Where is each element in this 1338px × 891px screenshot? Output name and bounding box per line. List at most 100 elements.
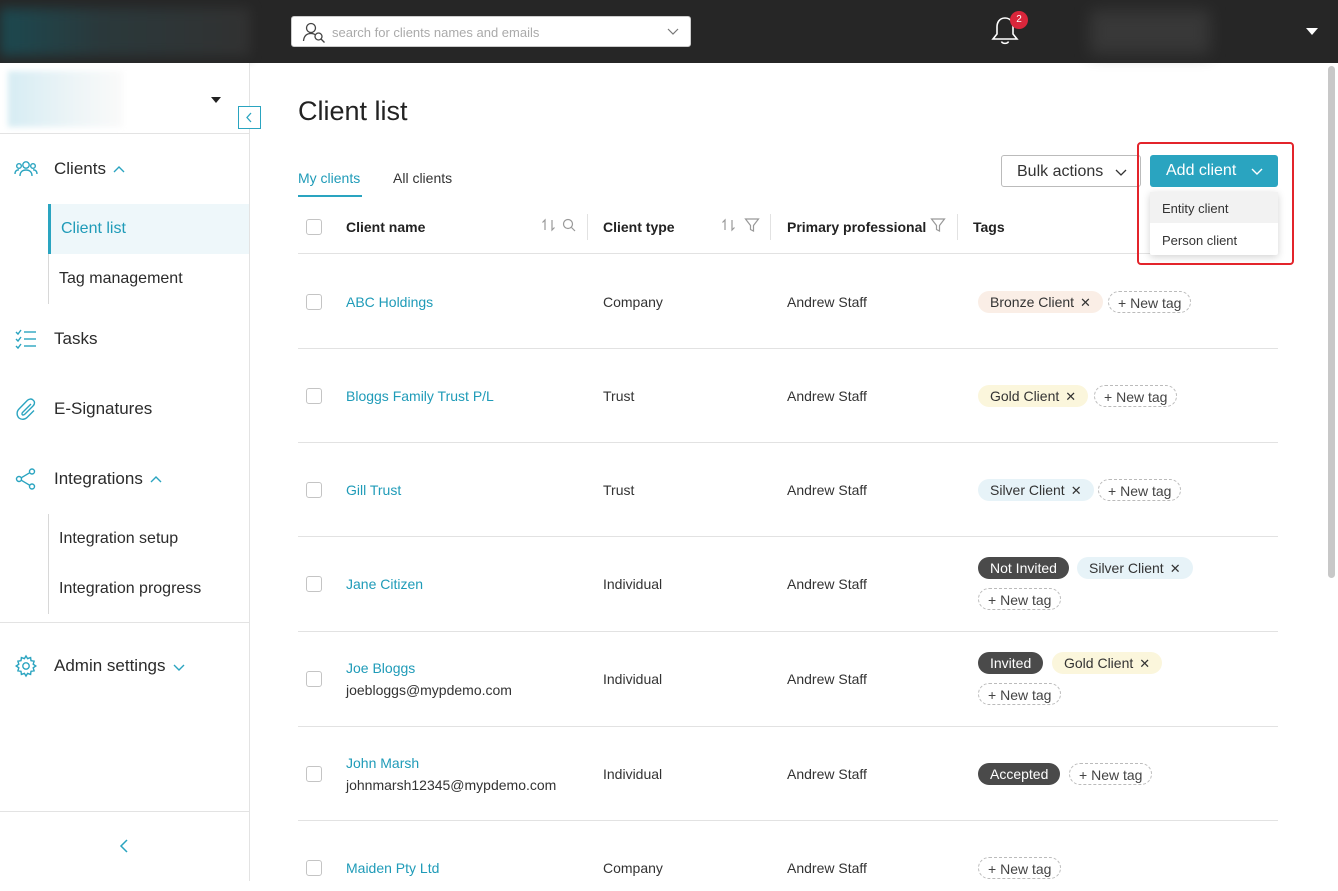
- primary-professional: Andrew Staff: [787, 576, 867, 592]
- collapse-sidebar-button[interactable]: [238, 106, 261, 129]
- select-all-checkbox[interactable]: [306, 219, 322, 235]
- column-header-client-type[interactable]: Client type: [603, 219, 675, 235]
- row-checkbox[interactable]: [306, 388, 322, 404]
- close-icon[interactable]: ✕: [1170, 561, 1181, 576]
- new-tag-button[interactable]: + New tag: [1098, 479, 1182, 501]
- filter-icon[interactable]: [930, 217, 946, 233]
- sidebar-item-integration-progress[interactable]: Integration progress: [48, 564, 249, 614]
- table-row: Jane Citizen Individual Andrew Staff Not…: [298, 537, 1278, 632]
- sidebar-item-label: Clients: [54, 159, 106, 178]
- new-tag-button[interactable]: + New tag: [978, 857, 1062, 879]
- tag-label: Silver Client: [1089, 560, 1164, 576]
- close-icon[interactable]: ✕: [1139, 656, 1150, 671]
- close-icon[interactable]: ✕: [1071, 483, 1082, 498]
- tag-label: Gold Client: [990, 388, 1060, 404]
- main-content: Client list My clients All clients Bulk …: [250, 63, 1326, 881]
- menu-item-entity-client[interactable]: Entity client: [1150, 192, 1278, 223]
- sidebar-item-esignatures[interactable]: E-Signatures: [0, 389, 249, 429]
- primary-professional: Andrew Staff: [787, 294, 867, 310]
- row-checkbox[interactable]: [306, 294, 322, 310]
- sidebar-item-clients[interactable]: Clients: [0, 149, 249, 189]
- sidebar-item-integrations[interactable]: Integrations: [0, 459, 249, 499]
- sidebar-item-label: Tasks: [54, 329, 98, 348]
- divider: [0, 133, 249, 134]
- filter-icon[interactable]: [744, 217, 760, 233]
- menu-item-person-client[interactable]: Person client: [1150, 224, 1278, 255]
- sidebar-item-integration-setup[interactable]: Integration setup: [48, 514, 249, 564]
- primary-professional: Andrew Staff: [787, 671, 867, 687]
- new-tag-label: New tag: [1000, 861, 1052, 877]
- organization-selector[interactable]: [8, 71, 123, 127]
- client-name-link[interactable]: Maiden Pty Ltd: [346, 860, 439, 876]
- row-checkbox[interactable]: [306, 482, 322, 498]
- close-icon[interactable]: ✕: [1065, 389, 1076, 404]
- client-name-link[interactable]: Joe Bloggs: [346, 660, 415, 676]
- client-name-link[interactable]: John Marsh: [346, 755, 419, 771]
- sort-icon[interactable]: [541, 217, 557, 233]
- primary-professional: Andrew Staff: [787, 860, 867, 876]
- new-tag-button[interactable]: + New tag: [978, 683, 1062, 705]
- divider: [0, 811, 249, 812]
- chevron-down-icon: [1115, 169, 1127, 176]
- vertical-scrollbar[interactable]: [1328, 66, 1335, 578]
- sort-icon[interactable]: [721, 217, 737, 233]
- table-row: ABC Holdings Company Andrew Staff Bronze…: [298, 255, 1278, 349]
- search-icon[interactable]: [561, 217, 577, 233]
- chevron-down-icon: [173, 664, 184, 671]
- notification-count-badge: 2: [1010, 11, 1028, 29]
- close-icon[interactable]: ✕: [1080, 295, 1091, 310]
- status-badge: Accepted: [978, 763, 1061, 785]
- table-row: John Marsh johnmarsh12345@mypdemo.com In…: [298, 727, 1278, 821]
- sidebar-item-tag-management[interactable]: Tag management: [48, 254, 249, 304]
- client-name-link[interactable]: ABC Holdings: [346, 294, 433, 310]
- sidebar-item-label: Admin settings: [54, 656, 166, 675]
- new-tag-button[interactable]: + New tag: [978, 588, 1062, 610]
- chevron-left-icon[interactable]: [117, 838, 131, 854]
- client-search[interactable]: [291, 16, 691, 47]
- user-menu[interactable]: [1090, 10, 1210, 54]
- column-header-client-name[interactable]: Client name: [346, 219, 425, 235]
- sidebar-item-label: E-Signatures: [54, 399, 153, 418]
- client-name-link[interactable]: Jane Citizen: [346, 576, 423, 592]
- new-tag-label: New tag: [1130, 295, 1182, 311]
- tasks-icon: [15, 329, 36, 350]
- new-tag-button[interactable]: + New tag: [1094, 385, 1178, 407]
- row-checkbox[interactable]: [306, 576, 322, 592]
- client-name-link[interactable]: Gill Trust: [346, 482, 401, 498]
- user-menu-caret-icon[interactable]: [1306, 28, 1318, 35]
- tab-all-clients[interactable]: All clients: [393, 170, 452, 186]
- notifications-button[interactable]: 2: [990, 11, 1028, 48]
- bulk-actions-button[interactable]: Bulk actions: [1001, 155, 1141, 187]
- add-client-button[interactable]: Add client: [1150, 155, 1278, 187]
- tag-label: Bronze Client: [990, 294, 1075, 310]
- column-header-tags: Tags: [973, 219, 1005, 235]
- user-search-icon: [302, 22, 325, 43]
- primary-professional: Andrew Staff: [787, 388, 867, 404]
- chevron-down-icon[interactable]: [666, 24, 680, 38]
- client-type: Company: [603, 294, 663, 310]
- primary-professional: Andrew Staff: [787, 766, 867, 782]
- row-checkbox[interactable]: [306, 766, 322, 782]
- table-row: Bloggs Family Trust P/L Trust Andrew Sta…: [298, 349, 1278, 443]
- row-checkbox[interactable]: [306, 671, 322, 687]
- client-name-link[interactable]: Bloggs Family Trust P/L: [346, 388, 494, 404]
- sidebar-item-label: Tag management: [59, 270, 183, 287]
- chevron-up-icon: [150, 475, 162, 483]
- app-logo[interactable]: [0, 8, 250, 56]
- sidebar-item-client-list[interactable]: Client list: [48, 204, 249, 254]
- status-badge: Invited: [978, 652, 1044, 674]
- sidebar-item-admin-settings[interactable]: Admin settings: [0, 646, 249, 686]
- search-input[interactable]: [332, 23, 652, 41]
- tag-chip: Gold Client ✕: [1052, 652, 1163, 674]
- menu-item-label: Entity client: [1162, 201, 1229, 216]
- client-type: Individual: [603, 576, 663, 592]
- sidebar-item-tasks[interactable]: Tasks: [0, 319, 249, 359]
- tab-my-clients[interactable]: My clients: [298, 170, 360, 186]
- new-tag-button[interactable]: + New tag: [1108, 291, 1192, 313]
- sidebar-item-label: Integration progress: [59, 580, 202, 597]
- row-checkbox[interactable]: [306, 860, 322, 876]
- new-tag-button[interactable]: + New tag: [1069, 763, 1153, 785]
- column-header-primary-professional[interactable]: Primary professional: [787, 219, 926, 235]
- gear-icon: [14, 654, 38, 678]
- organization-caret-icon[interactable]: [211, 97, 221, 103]
